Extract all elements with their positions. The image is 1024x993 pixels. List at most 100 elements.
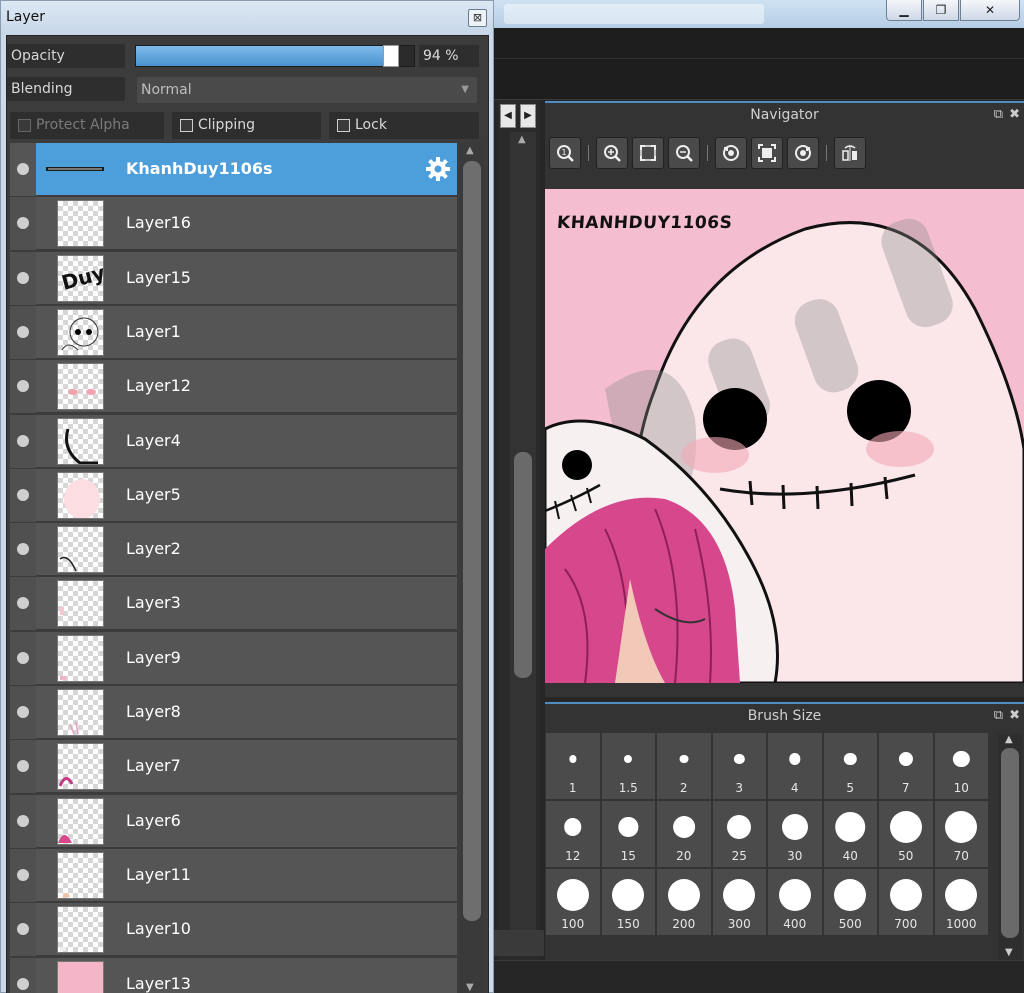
brush-size-option[interactable]: 40	[823, 801, 877, 867]
brush-size-option[interactable]: 20	[657, 801, 711, 867]
layer-row[interactable]: Layer10	[10, 903, 457, 957]
brush-size-option[interactable]: 70	[934, 801, 988, 867]
visibility-toggle[interactable]	[10, 577, 36, 631]
layer-row[interactable]: Layer12	[10, 360, 457, 414]
fit-icon[interactable]	[632, 137, 664, 169]
layer-row[interactable]: Layer9	[10, 631, 457, 685]
visibility-toggle[interactable]	[10, 686, 36, 739]
layer-row[interactable]: Layer8	[10, 686, 457, 739]
visibility-toggle[interactable]	[10, 957, 36, 993]
brush-size-option[interactable]: 12	[546, 801, 600, 867]
brush-preview-dot	[945, 811, 978, 843]
scroll-up-icon[interactable]: ▲	[1005, 734, 1013, 745]
visibility-toggle[interactable]	[10, 360, 36, 414]
brush-size-scrollbar[interactable]: ▲ ▼	[998, 734, 1022, 960]
opacity-slider-handle[interactable]	[383, 45, 400, 67]
visibility-toggle[interactable]	[10, 414, 36, 468]
visibility-toggle[interactable]	[10, 305, 36, 359]
expand-right-icon[interactable]: ▶	[520, 104, 536, 128]
close-icon[interactable]: ✖	[1009, 708, 1020, 723]
layer-row[interactable]: Layer7	[10, 740, 457, 794]
visibility-toggle[interactable]	[10, 848, 36, 902]
layer-row[interactable]: Layer5	[10, 468, 457, 522]
brush-size-option[interactable]: 50	[879, 801, 933, 867]
opacity-value[interactable]: 94 %	[419, 45, 479, 67]
canvas-vertical-scrollbar[interactable]: ▲ ▼	[510, 132, 536, 952]
collapse-left-icon[interactable]: ◀	[500, 104, 516, 128]
minimize-button[interactable]: ▁	[886, 0, 922, 21]
layer-row[interactable]: KhanhDuy1106s	[10, 143, 457, 196]
brush-preview-dot	[789, 753, 801, 765]
opacity-slider[interactable]	[135, 45, 415, 67]
visibility-toggle[interactable]	[10, 794, 36, 848]
layer-row[interactable]: Layer16	[10, 197, 457, 251]
visibility-toggle[interactable]	[10, 468, 36, 522]
protect-alpha-checkbox[interactable]: Protect Alpha	[10, 112, 164, 139]
fullscreen-icon[interactable]	[751, 137, 783, 169]
brush-size-option[interactable]: 150	[601, 869, 655, 935]
brush-size-option[interactable]: 15	[601, 801, 655, 867]
popout-icon[interactable]: ⧉	[994, 708, 1003, 723]
brush-size-panel: Brush Size ⧉ ✖ 1 1.5 2 3 4 5 7 10 12 15 20 25 30 40 50…	[545, 702, 1024, 960]
brush-size-option[interactable]: 500	[823, 869, 877, 935]
layer-row[interactable]: Layer1	[10, 305, 457, 359]
scrollbar-thumb[interactable]	[463, 161, 481, 921]
brush-size-option[interactable]: 1	[546, 733, 600, 799]
rotate-left-icon[interactable]	[715, 137, 747, 169]
visibility-toggle[interactable]	[10, 197, 36, 251]
blending-select[interactable]: Normal ▼	[137, 77, 477, 103]
popout-icon[interactable]: ⧉	[994, 107, 1003, 122]
brush-size-option[interactable]: 25	[712, 801, 766, 867]
brush-preview-dot	[618, 817, 638, 837]
layer-row[interactable]: Layer11	[10, 848, 457, 902]
close-icon[interactable]: ✖	[1009, 107, 1020, 122]
clipping-checkbox[interactable]: Clipping	[172, 112, 321, 139]
restore-button[interactable]: ❐	[923, 0, 959, 21]
gear-icon[interactable]	[425, 156, 451, 182]
brush-size-option[interactable]: 200	[657, 869, 711, 935]
layer-window-close-button[interactable]: ⊠	[468, 9, 487, 27]
brush-size-option[interactable]: 30	[768, 801, 822, 867]
zoom-actual-icon[interactable]: 1	[549, 137, 581, 169]
flip-icon[interactable]	[834, 137, 866, 169]
layer-row[interactable]: Layer3	[10, 577, 457, 631]
brush-size-option[interactable]: 5	[823, 733, 877, 799]
visibility-toggle[interactable]	[10, 251, 36, 305]
layer-row[interactable]: Duy Layer15	[10, 251, 457, 305]
layer-row[interactable]: Layer13	[10, 957, 457, 993]
brush-size-option[interactable]: 10	[934, 733, 988, 799]
layer-row[interactable]: Layer6	[10, 794, 457, 848]
brush-size-option[interactable]: 3	[712, 733, 766, 799]
scroll-up-icon[interactable]: ▲	[518, 134, 526, 145]
brush-size-option[interactable]: 300	[712, 869, 766, 935]
brush-size-option[interactable]: 4	[768, 733, 822, 799]
rotate-right-icon[interactable]	[787, 137, 819, 169]
lock-checkbox[interactable]: Lock	[329, 112, 479, 139]
brush-size-option[interactable]: 100	[546, 869, 600, 935]
visibility-toggle[interactable]	[10, 631, 36, 685]
scroll-down-icon[interactable]: ▼	[1005, 947, 1013, 958]
visibility-toggle[interactable]	[10, 143, 36, 196]
brush-size-option[interactable]: 1000	[934, 869, 988, 935]
canvas-horizontal-scrollbar[interactable]	[494, 930, 544, 956]
brush-size-option[interactable]: 7	[879, 733, 933, 799]
layer-row[interactable]: Layer2	[10, 523, 457, 577]
scroll-down-icon[interactable]: ▼	[466, 982, 474, 993]
layer-window-titlebar[interactable]: Layer ⊠	[1, 1, 493, 35]
navigator-preview[interactable]: KHANHDUY1106S	[545, 189, 1024, 683]
scrollbar-thumb[interactable]	[1001, 748, 1019, 938]
zoom-in-icon[interactable]	[596, 137, 628, 169]
brush-size-option[interactable]: 2	[657, 733, 711, 799]
brush-size-option[interactable]: 700	[879, 869, 933, 935]
scroll-up-icon[interactable]: ▲	[466, 145, 474, 156]
layer-list-scrollbar[interactable]: ▲ ▼	[459, 143, 484, 993]
visibility-toggle[interactable]	[10, 903, 36, 957]
layer-row[interactable]: Layer4	[10, 414, 457, 468]
brush-size-option[interactable]: 1.5	[601, 733, 655, 799]
zoom-out-icon[interactable]	[668, 137, 700, 169]
visibility-toggle[interactable]	[10, 740, 36, 794]
brush-size-option[interactable]: 400	[768, 869, 822, 935]
scrollbar-thumb[interactable]	[514, 452, 532, 678]
visibility-toggle[interactable]	[10, 523, 36, 577]
close-window-button[interactable]: ✕	[960, 0, 1020, 21]
